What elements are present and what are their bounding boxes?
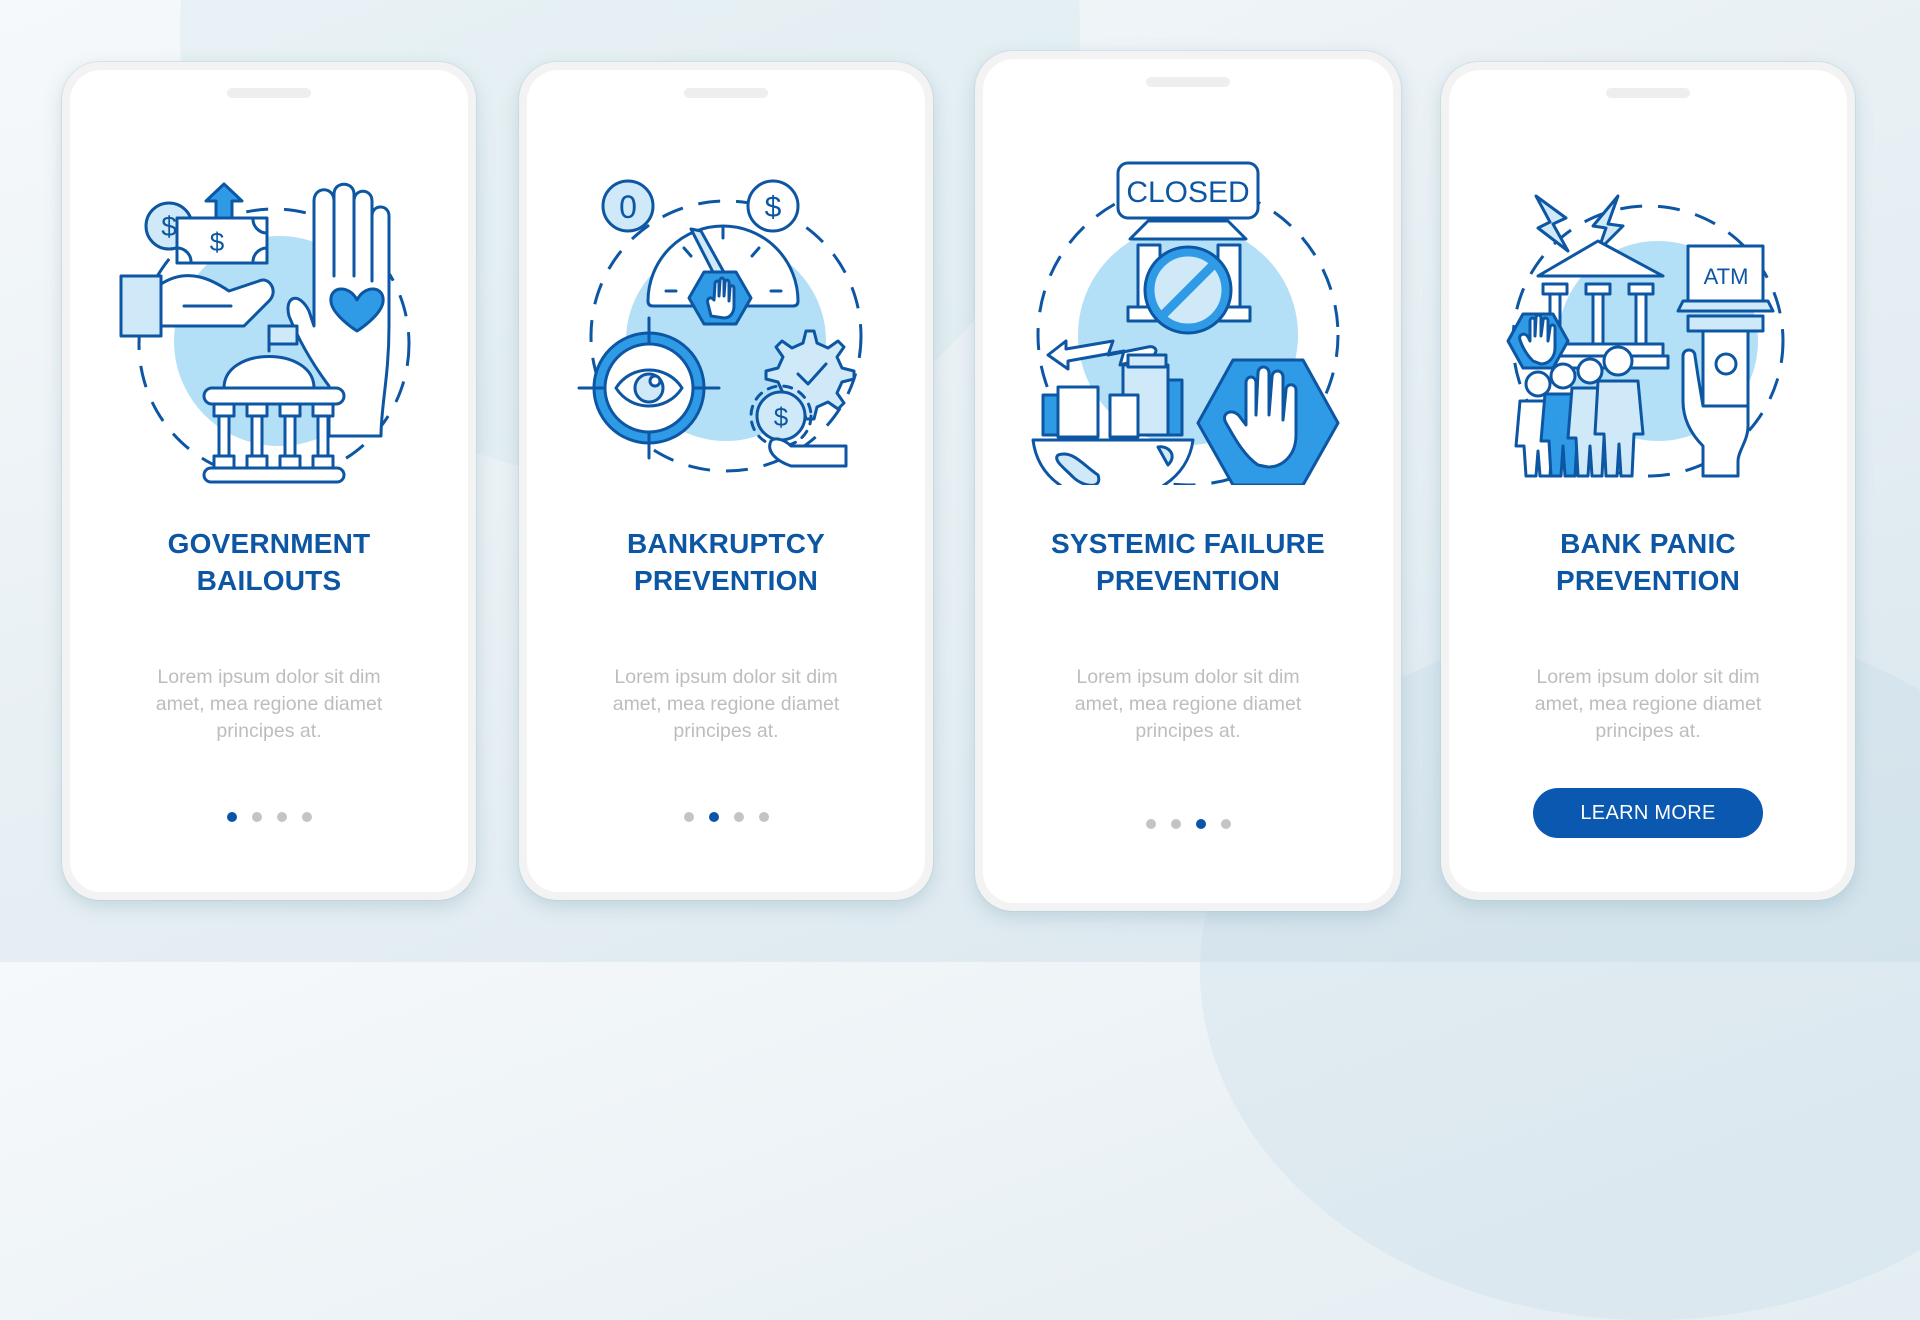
phone-screen-bank-panic-prevention: ATM BANK PANIC PREVENTION Lorem ipsum do… xyxy=(1441,62,1855,900)
page-dot-4[interactable] xyxy=(1220,819,1231,829)
screen-title: BANK PANIC PREVENTION xyxy=(1555,528,1741,596)
learn-more-button[interactable]: LEARN MORE xyxy=(1533,788,1763,838)
page-dot-3[interactable] xyxy=(276,812,287,822)
svg-text:CLOSED: CLOSED xyxy=(1126,176,1249,209)
svg-text:$: $ xyxy=(161,211,177,242)
speaker-bar xyxy=(684,88,768,98)
phone-screen-bankruptcy-prevention: 0 $ $ BANKRUPTCY PREVENTION Lorem ipsum … xyxy=(519,62,933,900)
svg-text:ATM: ATM xyxy=(1704,264,1749,289)
pagination-dots xyxy=(983,819,1393,829)
lightning-icon xyxy=(1534,194,1570,253)
screen-description: Lorem ipsum dolor sit dim amet, mea regi… xyxy=(155,666,383,742)
speaker-bar xyxy=(1146,77,1230,87)
page-dot-4[interactable] xyxy=(758,812,769,822)
stop-hand-icon xyxy=(687,270,753,326)
page-dot-2[interactable] xyxy=(1170,819,1181,829)
zero-coin-icon: 0 xyxy=(601,179,655,233)
arrow-up-icon xyxy=(204,182,244,221)
page-dot-2[interactable] xyxy=(251,812,262,822)
dollar-coin-icon: $ xyxy=(746,179,800,233)
banknote-icon: $ xyxy=(175,216,269,265)
phone-screen-systemic-failure-prevention: CLOSED SYSTEMIC FAILURE PREVENTION Lorem… xyxy=(975,51,1401,911)
screen-content: ATM BANK PANIC PREVENTION Lorem ipsum do… xyxy=(1449,70,1847,892)
svg-text:$: $ xyxy=(774,402,789,432)
gear-dollar-icon: $ xyxy=(749,384,813,448)
systemic-failure-prevention-illustration: CLOSED xyxy=(1031,161,1340,485)
svg-text:0: 0 xyxy=(619,189,637,225)
stop-hand-icon xyxy=(1506,312,1570,370)
speaker-bar xyxy=(1606,88,1690,98)
closed-sign-icon: CLOSED xyxy=(1116,161,1260,220)
page-dot-4[interactable] xyxy=(301,812,312,822)
pagination-dots xyxy=(70,812,468,822)
page-dot-1[interactable] xyxy=(1145,819,1156,829)
banned-globe-icon xyxy=(1143,245,1233,335)
pagination-dots xyxy=(527,812,925,822)
screen-content: CLOSED SYSTEMIC FAILURE PREVENTION Lorem… xyxy=(983,59,1393,903)
screen-title: GOVERNMENT BAILOUTS xyxy=(167,528,371,596)
government-bailouts-illustration: $ $ xyxy=(119,182,411,484)
page-dot-1-active[interactable] xyxy=(226,812,237,822)
screen-title: BANKRUPTCY PREVENTION xyxy=(627,528,825,596)
phone-screen-government-bailouts: $ $ GOVERNMENT BAILOUTS Lorem ipsum dolo… xyxy=(62,62,476,900)
svg-text:$: $ xyxy=(765,191,782,224)
speaker-bar xyxy=(227,88,311,98)
screen-description: Lorem ipsum dolor sit dim amet, mea regi… xyxy=(612,666,840,742)
screen-description: Lorem ipsum dolor sit dim amet, mea regi… xyxy=(1074,666,1302,742)
screen-title: SYSTEMIC FAILURE PREVENTION xyxy=(1051,528,1325,596)
screen-content: $ $ GOVERNMENT BAILOUTS Lorem ipsum dolo… xyxy=(70,70,468,892)
bankruptcy-prevention-illustration: 0 $ $ xyxy=(577,179,863,473)
screen-description: Lorem ipsum dolor sit dim amet, mea regi… xyxy=(1534,666,1762,742)
svg-text:$: $ xyxy=(210,227,225,257)
bank-panic-prevention-illustration: ATM xyxy=(1506,194,1785,478)
page-dot-3-active[interactable] xyxy=(1195,819,1206,829)
page-dot-3[interactable] xyxy=(733,812,744,822)
page-dot-1[interactable] xyxy=(683,812,694,822)
screen-content: 0 $ $ BANKRUPTCY PREVENTION Lorem ipsum … xyxy=(527,70,925,892)
page-dot-2-active[interactable] xyxy=(708,812,719,822)
